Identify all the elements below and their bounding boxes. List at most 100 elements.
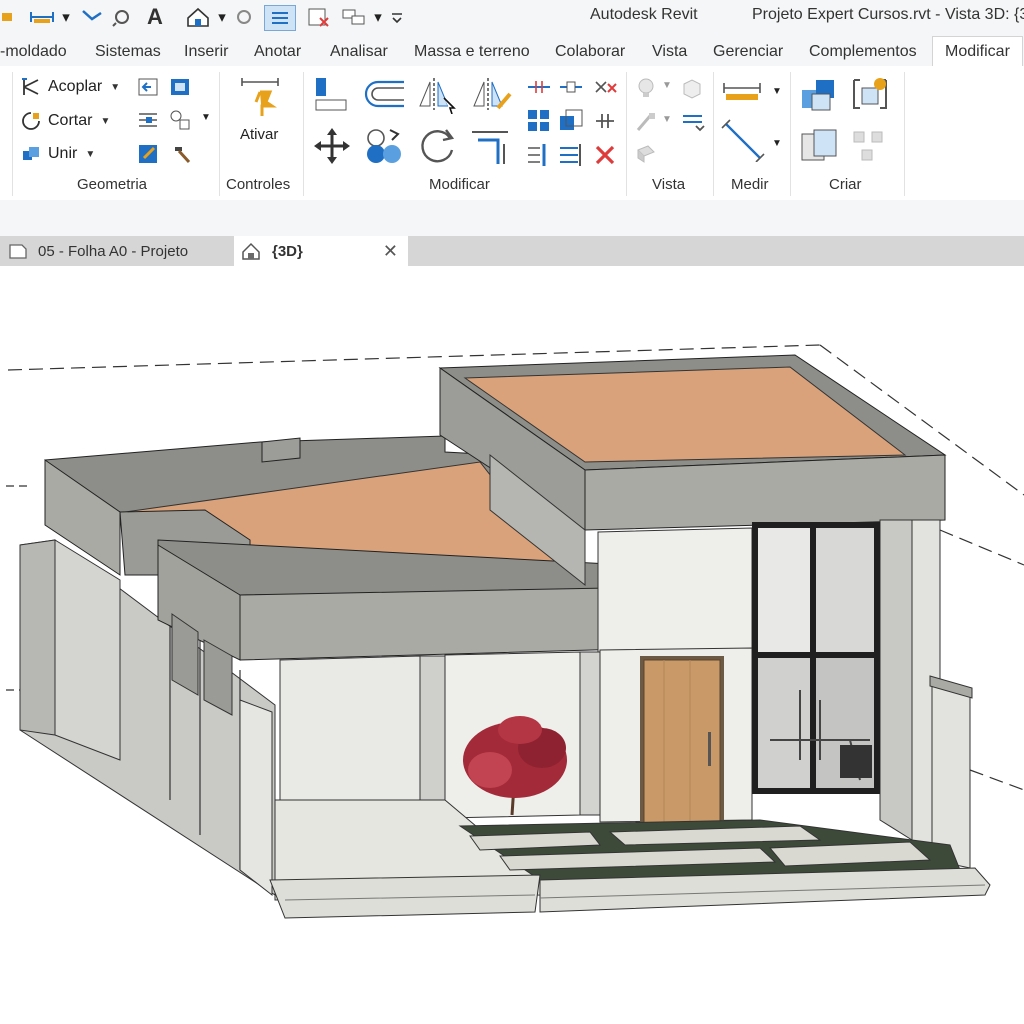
door-handle xyxy=(708,732,711,766)
panel-separator xyxy=(790,72,791,196)
close-icon[interactable]: ✕ xyxy=(383,241,398,262)
tree-canopy xyxy=(498,716,542,744)
split-element-icon[interactable] xyxy=(526,76,552,98)
trim-extend-icon[interactable] xyxy=(468,124,514,168)
create-parts-icon[interactable] xyxy=(798,126,840,166)
cut-button[interactable]: Cortar ▼ xyxy=(20,110,110,132)
tab-vista[interactable]: Vista xyxy=(652,43,687,61)
tab-view-3d[interactable]: {3D} ✕ xyxy=(234,236,408,266)
panel-label-controles: Controles xyxy=(226,176,291,193)
customize-icon[interactable] xyxy=(390,5,404,29)
array-icon[interactable] xyxy=(526,108,552,134)
move-icon[interactable] xyxy=(312,126,352,166)
align-icon[interactable] xyxy=(312,74,348,114)
chevron-down-icon[interactable]: ▼ xyxy=(110,82,120,93)
lightbulb-icon[interactable] xyxy=(634,76,658,100)
chevron-down-icon[interactable]: ▼ xyxy=(772,138,782,149)
tab-view-sheet-label: 05 - Folha A0 - Projeto xyxy=(38,242,189,260)
interior-furniture xyxy=(840,745,872,778)
demolish-icon[interactable] xyxy=(168,108,192,132)
house-model-3d xyxy=(6,344,1024,919)
tab-inserir[interactable]: Inserir xyxy=(184,43,228,61)
activate-controls-icon[interactable] xyxy=(238,76,284,116)
tab-analisar[interactable]: Analisar xyxy=(330,43,388,61)
pin-icon[interactable] xyxy=(592,108,618,134)
hammer-icon[interactable] xyxy=(170,142,194,166)
measure-icon[interactable] xyxy=(720,80,764,104)
paste-icon[interactable] xyxy=(136,76,160,98)
side-wall-face xyxy=(19,539,56,736)
chevron-down-icon[interactable]: ▼ xyxy=(100,116,110,127)
tab-sistemas[interactable]: Sistemas xyxy=(95,43,161,61)
measure-icon[interactable] xyxy=(0,5,14,29)
camera-icon[interactable] xyxy=(234,5,254,29)
unpin-icon[interactable] xyxy=(592,76,618,98)
ribbon-tabs: -moldado Sistemas Inserir Anotar Analisa… xyxy=(0,36,1024,67)
chevron-down-icon[interactable]: ▼ xyxy=(772,86,782,97)
copy-icon[interactable] xyxy=(362,124,406,168)
create-group-icon[interactable] xyxy=(848,126,892,166)
linework-icon[interactable] xyxy=(680,110,706,134)
tab-massa-e-terreno[interactable]: Massa e terreno xyxy=(414,43,530,61)
split-gap-icon[interactable] xyxy=(558,76,584,98)
join-button[interactable]: Unir ▼ xyxy=(20,143,95,165)
ribbon-panel: Acoplar ▼ Cortar ▼ Unir ▼ ▼ Geometria At… xyxy=(0,66,1024,201)
tab-colaborar[interactable]: Colaborar xyxy=(555,43,625,61)
window-glass xyxy=(758,658,810,788)
thin-lines-icon[interactable] xyxy=(264,5,296,31)
view-3d-canvas[interactable] xyxy=(0,266,1024,1024)
offset-icon[interactable] xyxy=(360,76,406,112)
wall-joins-icon[interactable] xyxy=(168,76,192,98)
panel-separator xyxy=(713,72,714,196)
chevron-down-icon[interactable]: ▾ xyxy=(216,5,228,29)
chevron-down-icon[interactable]: ▼ xyxy=(662,114,672,125)
create-similar-icon[interactable] xyxy=(848,74,892,114)
tab-anotar[interactable]: Anotar xyxy=(254,43,301,61)
facade-column xyxy=(879,519,913,841)
aligned-dimension-icon[interactable] xyxy=(720,118,766,162)
hide-element-icon[interactable] xyxy=(634,142,658,166)
options-bar xyxy=(0,200,1024,236)
section-icon[interactable] xyxy=(110,5,134,29)
cope-button[interactable]: Acoplar ▼ xyxy=(20,76,120,98)
tag-icon[interactable] xyxy=(80,5,104,29)
front-step xyxy=(269,874,541,919)
view-cube-icon[interactable] xyxy=(680,76,704,100)
rotate-icon[interactable] xyxy=(416,124,460,168)
window-glass xyxy=(758,528,810,652)
chevron-down-icon[interactable]: ▼ xyxy=(201,112,211,123)
mirror-pick-axis-icon[interactable] xyxy=(414,74,460,114)
panel-separator xyxy=(626,72,627,196)
activate-label[interactable]: Ativar xyxy=(240,126,278,143)
chevron-down-icon[interactable]: ▼ xyxy=(662,80,672,91)
side-wall-face xyxy=(54,539,121,761)
home-3d-icon[interactable] xyxy=(184,5,212,29)
tab-modificar[interactable]: Modificar xyxy=(932,36,1023,67)
tab-gerenciar[interactable]: Gerenciar xyxy=(713,43,783,61)
close-hidden-icon[interactable] xyxy=(306,5,332,29)
paint-icon[interactable] xyxy=(136,142,160,166)
dimension-icon[interactable] xyxy=(28,5,56,29)
trim-multiple-icon[interactable] xyxy=(526,142,552,168)
quick-access-toolbar: ▾ A ▾ ▾ Autodesk Revit Projeto Expert Cu… xyxy=(0,0,1024,36)
tab-view-sheet[interactable]: 05 - Folha A0 - Projeto xyxy=(0,236,228,266)
tab-complementos[interactable]: Complementos xyxy=(809,43,917,61)
delete-icon[interactable] xyxy=(592,142,618,168)
paint-brush-icon[interactable] xyxy=(634,110,658,134)
crop-line xyxy=(969,769,1024,791)
trim-extend-multiple-icon[interactable] xyxy=(558,142,584,168)
chevron-down-icon[interactable]: ▾ xyxy=(372,5,384,29)
cope-icon xyxy=(22,78,39,95)
panel-label-modificar: Modificar xyxy=(429,176,490,193)
join-label: Unir xyxy=(48,145,78,162)
mirror-draw-axis-icon[interactable] xyxy=(468,74,514,114)
split-face-icon[interactable] xyxy=(136,108,160,132)
panel-separator xyxy=(303,72,304,196)
tab-moldado[interactable]: -moldado xyxy=(0,43,67,61)
switch-windows-icon[interactable] xyxy=(340,5,370,29)
scale-icon[interactable] xyxy=(558,108,584,134)
chevron-down-icon[interactable]: ▾ xyxy=(60,5,72,29)
create-assembly-icon[interactable] xyxy=(798,74,840,114)
text-icon[interactable]: A xyxy=(144,4,166,29)
chevron-down-icon[interactable]: ▼ xyxy=(85,149,95,160)
